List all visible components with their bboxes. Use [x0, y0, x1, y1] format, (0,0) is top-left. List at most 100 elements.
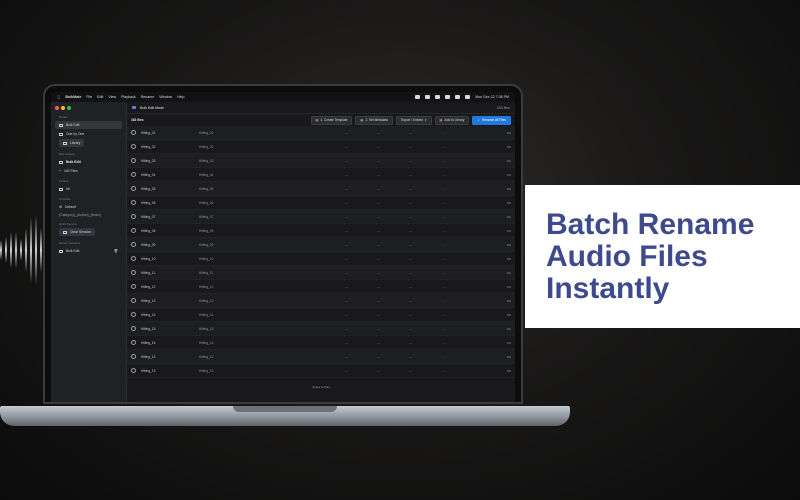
play-icon[interactable]	[131, 298, 136, 303]
new-file-name[interactable]: Hitting_14	[199, 313, 345, 317]
play-icon[interactable]	[131, 200, 136, 205]
table-row[interactable]: Hitting_12 Hitting_12— — — — •••	[127, 350, 515, 364]
menu-edit[interactable]: Edit	[97, 95, 103, 99]
table-row[interactable]: Hitting_08 Hitting_08— — — — •••	[127, 224, 515, 238]
more-options-icon[interactable]: •••	[507, 285, 511, 289]
more-options-icon[interactable]: •••	[507, 327, 511, 331]
more-options-icon[interactable]: •••	[507, 145, 511, 149]
metadata-cell[interactable]: —	[409, 327, 443, 331]
play-icon[interactable]	[131, 354, 136, 359]
metadata-cell[interactable]: —	[443, 131, 473, 135]
sidebar-item-recent-bulk-edit[interactable]: Bulk Edit 🗑	[55, 247, 122, 255]
new-file-name[interactable]: Hitting_04	[199, 173, 345, 177]
metadata-cell[interactable]: —	[377, 271, 409, 275]
status-icon[interactable]	[415, 95, 421, 99]
table-row[interactable]: Hitting_15 Hitting_15— — — — •••	[127, 322, 515, 336]
more-options-icon[interactable]: •••	[507, 341, 511, 345]
new-file-name[interactable]: Hitting_08	[199, 229, 345, 233]
table-row[interactable]: Hitting_14 Hitting_14— — — — •••	[127, 308, 515, 322]
close-window-button[interactable]	[55, 106, 59, 110]
metadata-cell[interactable]: —	[377, 257, 409, 261]
table-row[interactable]: Hitting_05 Hitting_05— — — — •••	[127, 182, 515, 196]
metadata-cell[interactable]: —	[443, 257, 473, 261]
play-icon[interactable]	[131, 130, 136, 135]
sidebar-item-folder-hit[interactable]: hit	[55, 185, 122, 193]
metadata-cell[interactable]: —	[409, 285, 443, 289]
status-icon[interactable]	[435, 95, 441, 99]
metadata-cell[interactable]: —	[345, 271, 377, 275]
sidebar-item-template-default[interactable]: ⚙ Default	[55, 203, 122, 211]
metadata-cell[interactable]: —	[409, 355, 443, 359]
apple-icon[interactable]: 	[57, 95, 60, 100]
metadata-cell[interactable]: —	[377, 299, 409, 303]
menu-playback[interactable]: Playback	[121, 95, 136, 99]
more-options-icon[interactable]: •••	[507, 131, 511, 135]
more-options-icon[interactable]: •••	[507, 355, 511, 359]
export-embed-button[interactable]: Export / Embed ▾	[395, 115, 432, 125]
metadata-cell[interactable]: —	[409, 299, 443, 303]
metadata-cell[interactable]: —	[377, 215, 409, 219]
metadata-cell[interactable]: —	[377, 355, 409, 359]
wifi-icon[interactable]	[455, 95, 461, 99]
add-to-library-button[interactable]: ▤ Add to Library	[434, 115, 470, 125]
metadata-cell[interactable]: —	[443, 299, 473, 303]
play-icon[interactable]	[131, 228, 136, 233]
metadata-cell[interactable]: —	[409, 369, 443, 373]
metadata-cell[interactable]: —	[345, 341, 377, 345]
metadata-cell[interactable]: —	[443, 271, 473, 275]
table-row[interactable]: Hitting_10 Hitting_10— — — — •••	[127, 252, 515, 266]
rename-all-button[interactable]: ✓ Rename All Files	[472, 115, 511, 125]
table-row[interactable]: Hitting_04 Hitting_04— — — — •••	[127, 168, 515, 182]
more-options-icon[interactable]: •••	[507, 243, 511, 247]
metadata-cell[interactable]: —	[345, 243, 377, 247]
metadata-cell[interactable]: —	[443, 159, 473, 163]
metadata-cell[interactable]: —	[345, 257, 377, 261]
status-icon[interactable]	[425, 95, 431, 99]
metadata-cell[interactable]: —	[443, 355, 473, 359]
table-row[interactable]: Hitting_12 Hitting_12— — — — •••	[127, 280, 515, 294]
metadata-cell[interactable]: —	[443, 327, 473, 331]
table-row[interactable]: Hitting_03 Hitting_03— — — — •••	[127, 154, 515, 168]
new-file-name[interactable]: Hitting_12	[199, 355, 345, 359]
metadata-cell[interactable]: —	[443, 201, 473, 205]
sidebar-item-bulk-edit[interactable]: Bulk Edit	[55, 121, 122, 129]
new-file-name[interactable]: Hitting_13	[199, 299, 345, 303]
metadata-cell[interactable]: —	[409, 173, 443, 177]
play-icon[interactable]	[131, 242, 136, 247]
metadata-cell[interactable]: —	[345, 187, 377, 191]
trash-icon[interactable]: 🗑	[114, 249, 118, 253]
more-options-icon[interactable]: •••	[507, 159, 511, 163]
metadata-cell[interactable]: —	[345, 313, 377, 317]
play-icon[interactable]	[131, 256, 136, 261]
zoom-window-button[interactable]	[67, 106, 71, 110]
metadata-cell[interactable]: —	[345, 285, 377, 289]
new-file-name[interactable]: Hitting_11	[199, 271, 345, 275]
table-row[interactable]: Hitting_07 Hitting_07— — — — •••	[127, 210, 515, 224]
metadata-cell[interactable]: —	[409, 187, 443, 191]
new-file-name[interactable]: Hitting_06	[199, 201, 345, 205]
menu-clock[interactable]: Mon Dec 22 7:08 PM	[475, 95, 509, 99]
metadata-cell[interactable]: —	[377, 369, 409, 373]
play-icon[interactable]	[131, 270, 136, 275]
new-file-name[interactable]: Hitting_13	[199, 369, 345, 373]
sidebar-item-files-count[interactable]: +163 Files	[55, 167, 122, 175]
metadata-cell[interactable]: —	[345, 201, 377, 205]
metadata-cell[interactable]: —	[377, 229, 409, 233]
battery-icon[interactable]	[445, 95, 451, 99]
new-file-name[interactable]: Hitting_09	[199, 243, 345, 247]
metadata-cell[interactable]: —	[345, 159, 377, 163]
more-options-icon[interactable]: •••	[507, 313, 511, 317]
metadata-cell[interactable]: —	[409, 229, 443, 233]
more-options-icon[interactable]: •••	[507, 215, 511, 219]
menu-app-name[interactable]: BulkMate	[65, 95, 81, 99]
more-options-icon[interactable]: •••	[507, 173, 511, 177]
table-row[interactable]: Hitting_11 Hitting_11— — — — •••	[127, 266, 515, 280]
metadata-cell[interactable]: —	[409, 243, 443, 247]
metadata-cell[interactable]: —	[377, 173, 409, 177]
new-file-name[interactable]: Hitting_07	[199, 215, 345, 219]
play-icon[interactable]	[131, 326, 136, 331]
metadata-cell[interactable]: —	[377, 341, 409, 345]
play-icon[interactable]	[131, 284, 136, 289]
metadata-cell[interactable]: —	[345, 355, 377, 359]
metadata-cell[interactable]: —	[377, 187, 409, 191]
